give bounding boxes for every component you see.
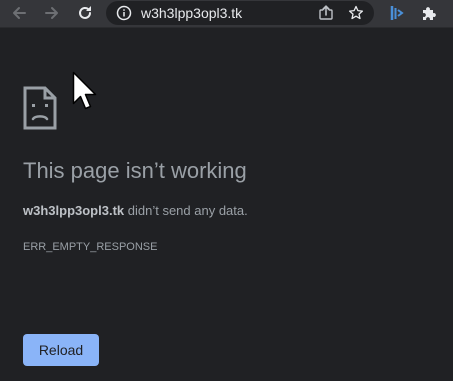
reload-button[interactable] — [75, 3, 95, 23]
error-description-text: didn’t send any data. — [124, 203, 248, 218]
mouse-cursor-icon — [72, 71, 97, 110]
reload-page-button[interactable]: Reload — [23, 334, 99, 366]
address-bar[interactable]: w3h3lpp3opl3.tk — [106, 1, 374, 25]
puzzle-icon[interactable] — [420, 4, 438, 22]
share-icon[interactable] — [318, 5, 334, 21]
info-icon[interactable] — [116, 5, 132, 21]
error-host: w3h3lpp3opl3.tk — [23, 203, 125, 218]
back-button[interactable] — [9, 3, 29, 23]
url-text[interactable]: w3h3lpp3opl3.tk — [141, 5, 242, 21]
error-page: This page isn’t working w3h3lpp3opl3.tk … — [0, 28, 453, 381]
bitwarden-icon[interactable] — [388, 4, 406, 22]
sad-page-icon — [23, 86, 57, 130]
browser-toolbar: w3h3lpp3opl3.tk — [0, 0, 453, 28]
error-description: w3h3lpp3opl3.tk didn’t send any data. — [23, 203, 248, 219]
error-code: ERR_EMPTY_RESPONSE — [23, 241, 158, 253]
star-icon[interactable] — [348, 5, 364, 21]
page-title: This page isn’t working — [23, 158, 247, 183]
forward-button[interactable] — [42, 3, 62, 23]
arrow-right-icon — [45, 7, 58, 19]
arrow-left-icon — [13, 7, 26, 19]
reload-icon — [79, 6, 91, 19]
